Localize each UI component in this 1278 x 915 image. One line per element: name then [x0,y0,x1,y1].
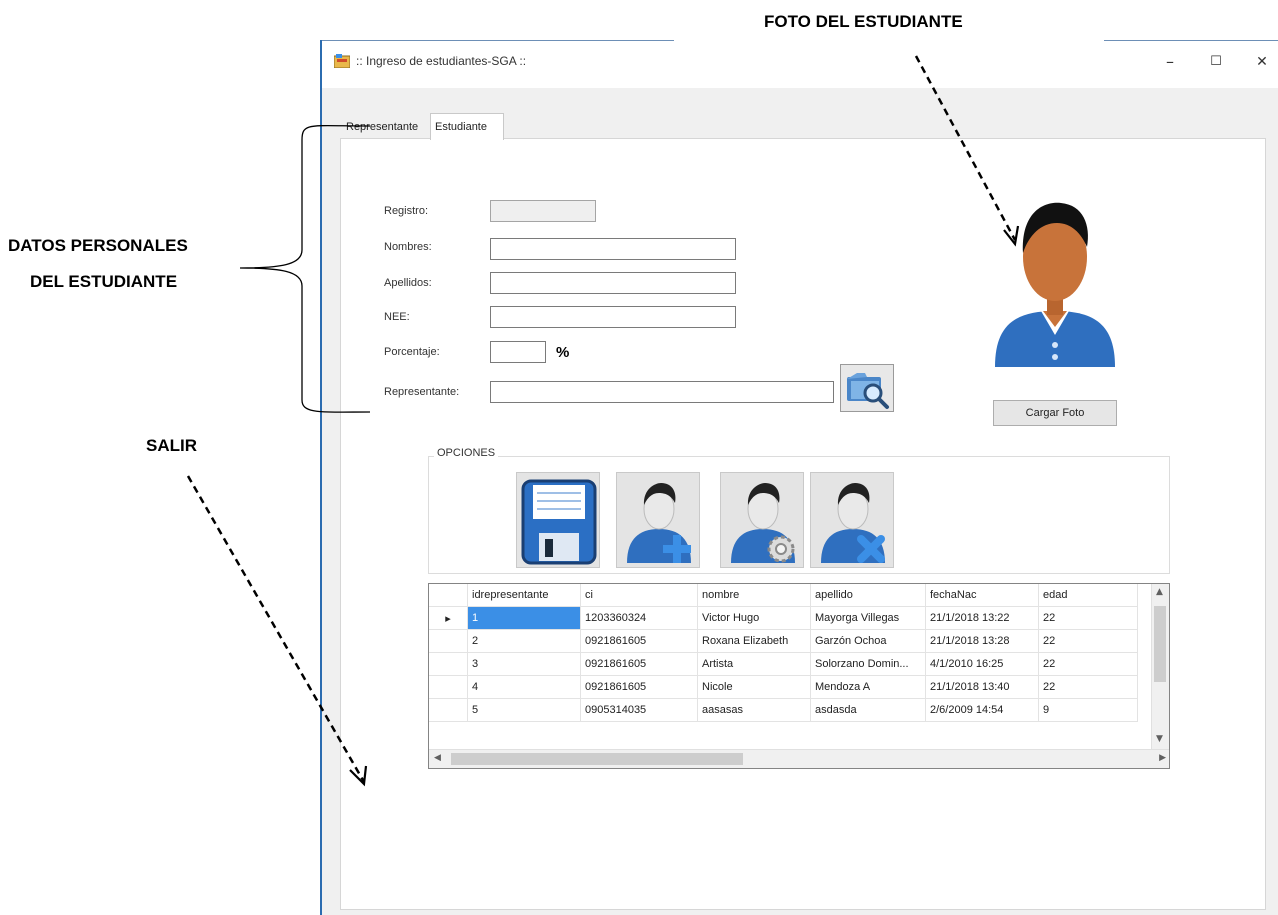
vertical-scrollbar[interactable]: ▲ ▼ [1151,584,1169,750]
add-user-icon [627,483,691,563]
row-header[interactable] [429,675,468,699]
scroll-down-arrow-icon[interactable]: ▼ [1156,734,1163,744]
column-header-apellido[interactable]: apellido [810,584,926,607]
cell-ci[interactable]: 1203360324 [580,606,698,630]
cell-nombre[interactable]: Roxana Elizabeth [697,629,811,653]
cell-idrepresentante[interactable]: 3 [467,652,581,676]
column-header-edad[interactable]: edad [1038,584,1138,607]
delete-user-button[interactable] [810,472,894,568]
search-representante-button[interactable] [840,364,894,412]
representante-input[interactable] [491,382,833,402]
add-user-button[interactable] [616,472,700,568]
cell-nombre[interactable]: aasasas [697,698,811,722]
cell-edad[interactable]: 22 [1038,606,1138,630]
cell-apellido[interactable]: Garzón Ochoa [810,629,926,653]
options-group-label: OPCIONES [434,447,499,459]
nee-label: NEE: [384,311,410,323]
porcentaje-field[interactable] [490,341,546,363]
row-header[interactable] [429,652,468,676]
cell-nombre[interactable]: Artista [697,652,811,676]
cell-apellido[interactable]: asdasda [810,698,926,722]
row-header[interactable] [429,629,468,653]
table-row[interactable]: 4 0921861605 Nicole Mendoza A 21/1/2018 … [429,675,1138,699]
grid-header-row: idrepresentante ci nombre apellido fecha… [429,584,1138,607]
cell-idrepresentante[interactable]: 2 [467,629,581,653]
save-icon [521,479,597,565]
save-button[interactable] [516,472,600,568]
porcentaje-label: Porcentaje: [384,346,440,358]
cell-ci[interactable]: 0905314035 [580,698,698,722]
cell-fechanac[interactable]: 21/1/2018 13:40 [925,675,1039,699]
cell-edad[interactable]: 9 [1038,698,1138,722]
grid-table: idrepresentante ci nombre apellido fecha… [429,584,1138,722]
nee-field[interactable] [490,306,736,328]
delete-user-icon [821,483,885,563]
nee-input[interactable] [491,307,735,327]
row-header-corner [429,584,468,607]
cell-apellido[interactable]: Solorzano Domin... [810,652,926,676]
cell-fechanac[interactable]: 21/1/2018 13:28 [925,629,1039,653]
folder-search-icon [847,373,889,409]
row-pointer-icon: ▸ [429,606,468,630]
scroll-up-arrow-icon[interactable]: ▲ [1156,587,1163,597]
apellidos-input[interactable] [491,273,735,293]
table-row[interactable]: 3 0921861605 Artista Solorzano Domin... … [429,652,1138,676]
cell-nombre[interactable]: Nicole [697,675,811,699]
student-avatar-icon [995,202,1115,367]
cell-apellido[interactable]: Mayorga Villegas [810,606,926,630]
cell-ci[interactable]: 0921861605 [580,652,698,676]
column-header-nombre[interactable]: nombre [697,584,811,607]
scroll-right-arrow-icon[interactable]: ▶ [1159,753,1166,763]
apellidos-field[interactable] [490,272,736,294]
cell-fechanac[interactable]: 4/1/2010 16:25 [925,652,1039,676]
percent-sign: % [556,344,570,361]
representante-field[interactable] [490,381,834,403]
column-header-idrepresentante[interactable]: idrepresentante [467,584,581,607]
cell-ci[interactable]: 0921861605 [580,629,698,653]
row-header[interactable] [429,698,468,722]
representante-label: Representante: [384,386,460,398]
cell-ci[interactable]: 0921861605 [580,675,698,699]
cell-edad[interactable]: 22 [1038,675,1138,699]
edit-user-icon [731,483,795,563]
column-header-fechanac[interactable]: fechaNac [925,584,1039,607]
table-row[interactable]: 5 0905314035 aasasas asdasda 2/6/2009 14… [429,698,1138,722]
apellidos-label: Apellidos: [384,277,432,289]
cell-edad[interactable]: 22 [1038,629,1138,653]
nombres-field[interactable] [490,238,736,260]
cell-nombre[interactable]: Victor Hugo [697,606,811,630]
porcentaje-input[interactable] [491,342,545,362]
cell-fechanac[interactable]: 2/6/2009 14:54 [925,698,1039,722]
students-data-grid[interactable]: idrepresentante ci nombre apellido fecha… [428,583,1170,769]
registro-field[interactable] [490,200,596,222]
table-row[interactable]: 2 0921861605 Roxana Elizabeth Garzón Och… [429,629,1138,653]
cell-fechanac[interactable]: 21/1/2018 13:22 [925,606,1039,630]
load-photo-button[interactable]: Cargar Foto [993,400,1117,426]
nombres-input[interactable] [491,239,735,259]
column-header-ci[interactable]: ci [580,584,698,607]
table-row[interactable]: ▸ 1 1203360324 Victor Hugo Mayorga Ville… [429,606,1138,630]
scroll-left-arrow-icon[interactable]: ◀ [434,753,441,763]
cell-idrepresentante[interactable]: 4 [467,675,581,699]
horizontal-scrollbar[interactable]: ◀ ▶ [429,749,1169,768]
horizontal-scroll-thumb[interactable] [451,753,743,765]
edit-user-button[interactable] [720,472,804,568]
cell-idrepresentante[interactable]: 1 [467,606,581,630]
cell-idrepresentante[interactable]: 5 [467,698,581,722]
vertical-scroll-thumb[interactable] [1154,606,1166,682]
cell-edad[interactable]: 22 [1038,652,1138,676]
registro-input[interactable] [491,201,595,221]
registro-label: Registro: [384,205,429,217]
cell-apellido[interactable]: Mendoza A [810,675,926,699]
nombres-label: Nombres: [384,241,432,253]
